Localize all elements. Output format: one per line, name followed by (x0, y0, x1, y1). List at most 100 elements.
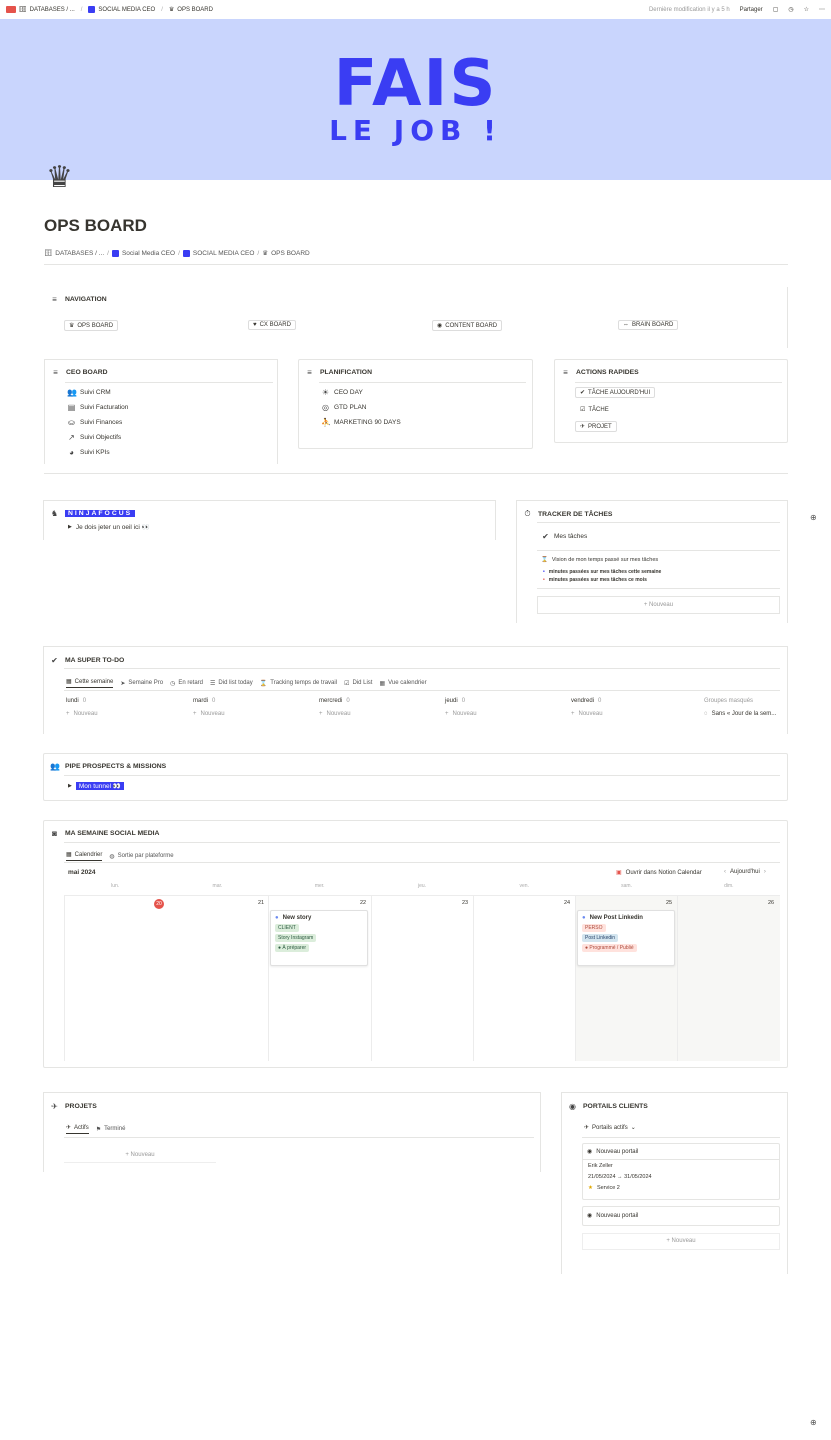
ceo-link-finances[interactable]: ⛀ Suivi Finances (67, 418, 128, 427)
portails-new-button[interactable]: + Nouveau (582, 1233, 780, 1250)
ceo-link-crm[interactable]: 👥 Suivi CRM (67, 388, 128, 397)
action-tache[interactable]: ☑ TÂCHE (575, 404, 614, 415)
social-tabs: ▦ Calendrier ◍ Sortie par plateforme (66, 851, 181, 861)
column-new-button[interactable]: + Nouveau (66, 711, 171, 717)
calendar-card[interactable]: ● New Post Linkedin PERSO Post Linkedin ●… (577, 910, 675, 966)
page-crown-icon[interactable]: ♛ (46, 163, 73, 193)
list-icon: ☰ (210, 680, 216, 687)
ceo-link-objectifs[interactable]: ↗ Suivi Objectifs (67, 433, 128, 442)
projets-new-button[interactable]: + Nouveau (64, 1147, 216, 1163)
chevron-left-icon[interactable]: ‹ (724, 869, 726, 875)
column-new-button[interactable]: + Nouveau (571, 711, 676, 717)
portails-title: PORTAILS CLIENTS (583, 1103, 648, 1110)
plan-link-ceo-day[interactable]: ☀ CEO DAY (321, 388, 401, 397)
plan-link-gtd[interactable]: ◎ GTD PLAN (321, 403, 401, 412)
hidden-groups-label: Groupes masqués (704, 698, 754, 704)
tab-did-list-today[interactable]: ☰ Did list today (210, 678, 253, 688)
weekday-label: ven. (519, 883, 529, 889)
tab-label: Did List (352, 680, 373, 686)
breadcrumb-social-ceo[interactable]: Social Media CEO (122, 250, 175, 257)
runner-icon: ⛹ (321, 418, 331, 427)
tab-calendrier[interactable]: ▦ Calendrier (66, 851, 103, 861)
open-notion-calendar-button[interactable]: ▣ Ouvrir dans Notion Calendar (616, 869, 702, 877)
calendar-day[interactable] (371, 896, 473, 1061)
calendar-day[interactable] (64, 896, 166, 1061)
tab-en-retard[interactable]: ◷ En retard (170, 678, 203, 688)
tab-actifs[interactable]: ✈ Actifs (66, 1124, 89, 1134)
clock-icon[interactable]: ◷ (788, 6, 793, 13)
tab-cette-semaine[interactable]: ▦ Cette semaine (66, 678, 114, 688)
nav-cx-board[interactable]: ♥ CX BOARD (248, 320, 296, 330)
link-label: MARKETING 90 DAYS (334, 419, 401, 426)
group-label: Sans « Jour de la sem... (711, 711, 777, 717)
portail-card[interactable]: ◉ Nouveau portail (582, 1206, 780, 1226)
invoice-icon: ▤ (67, 403, 76, 412)
action-label: PROJET (588, 423, 612, 430)
topbar-crumb-social[interactable]: SOCIAL MEDIA CEO (98, 7, 155, 13)
pipe-toggle[interactable]: ▶ Mon tunnel 👀 (68, 782, 124, 790)
weekday-label: mer. (314, 883, 325, 889)
tag-status: ● Programmé / Publié (582, 944, 637, 952)
planification-block: ≡ PLANIFICATION ☀ CEO DAY ◎ GTD PLAN ⛹ MARK… (298, 359, 533, 449)
tab-termine[interactable]: ⚑ Terminé (96, 1124, 126, 1134)
plan-link-marketing[interactable]: ⛹ MARKETING 90 DAYS (321, 418, 401, 427)
tab-tracking[interactable]: ⌛ Tracking temps de travail (260, 678, 337, 688)
database-icon: 🗄 (44, 250, 53, 257)
tracker-vision: ⌛ Vision de mon temps passé sur mes tâche… (541, 557, 658, 563)
eye-off-icon: ◌ (704, 711, 708, 717)
nav-content-board[interactable]: ◉ CONTENT BOARD (432, 320, 503, 331)
navigation-block: ≡ NAVIGATION ♛ OPS BOARD ♥ CX BOARD ◉ CONTE… (44, 287, 788, 348)
ninjafocus-toggle[interactable]: ▶ Je dois jeter un oeil ici 👀 (68, 523, 150, 531)
column-new-button[interactable]: + Nouveau (193, 711, 298, 717)
tab-did-list[interactable]: ☑ Did List (344, 678, 372, 688)
column-new-button[interactable]: + Nouveau (319, 711, 424, 717)
portail-card[interactable]: ◉ Nouveau portail Erik Zeller 21/05/2024 … (582, 1143, 780, 1200)
month-text: minutes passées sur mes tâches ce mois (548, 577, 647, 583)
tab-vue-calendrier[interactable]: ▦ Vue calendrier (379, 678, 426, 688)
action-projet[interactable]: ✈ PROJET (575, 421, 617, 432)
nav-label: CONTENT BOARD (445, 322, 498, 329)
column-count: 0 (461, 698, 466, 704)
column-new-button[interactable]: + Nouveau (445, 711, 550, 717)
share-button[interactable]: Partager (740, 7, 763, 13)
linkedin-icon: ● (582, 915, 586, 921)
calendar-day[interactable] (677, 896, 779, 1061)
tracker-my-tasks[interactable]: ✔ Mes tâches (541, 532, 587, 541)
add-block-icon[interactable]: ⊕ (810, 1418, 817, 1427)
action-tache-aujourdhui[interactable]: ✔ TÂCHE AUJOURD'HUI (575, 387, 656, 398)
tab-portails-actifs[interactable]: ✈ Portails actifs ⌄ (584, 1124, 636, 1132)
nav-ops-board[interactable]: ♛ OPS BOARD (64, 320, 119, 331)
add-block-icon[interactable]: ⊕ (810, 513, 817, 522)
calendar-card[interactable]: ● New story CLIENT Story Instagram ● À pr… (270, 910, 368, 966)
action-label: TÂCHE (588, 406, 609, 413)
tracker-title: TRACKER DE TÂCHES (538, 510, 613, 518)
today-button[interactable]: Aujourd'hui (730, 869, 760, 875)
clock-icon: ◷ (170, 680, 176, 687)
plus-icon: + (193, 711, 197, 717)
breadcrumb-social-ceo-upper[interactable]: SOCIAL MEDIA CEO (193, 250, 255, 257)
breadcrumb-ops-board[interactable]: OPS BOARD (271, 250, 310, 257)
star-icon[interactable]: ☆ (804, 6, 809, 13)
portails-tabs: ✈ Portails actifs ⌄ (584, 1124, 643, 1132)
tab-semaine-pro[interactable]: ➤ Semaine Pro (120, 678, 163, 688)
ceo-link-facturation[interactable]: ▤ Suivi Facturation (67, 403, 129, 412)
ceo-link-kpis[interactable]: ◕ Suivi KPIs (67, 448, 128, 457)
tracker-new-button[interactable]: + Nouveau (537, 596, 780, 614)
calendar-day[interactable] (473, 896, 575, 1061)
hidden-group-no-date[interactable]: ◌ Sans « Jour de la sem... (704, 711, 784, 717)
more-icon[interactable]: ⋯ (819, 6, 825, 13)
breadcrumb-databases[interactable]: DATABASES / ... (55, 250, 104, 257)
weekday-label: sam. (621, 883, 632, 889)
nav-brain-board[interactable]: ⇔ BRAIN BOARD (618, 320, 679, 330)
topbar-breadcrumb: 🗄 DATABASES / ... / SOCIAL MEDIA CEO / ♛… (6, 6, 213, 13)
chevron-right-icon[interactable]: › (764, 869, 766, 875)
topbar-crumb-ops[interactable]: OPS BOARD (177, 7, 213, 13)
tab-sortie-plateforme[interactable]: ◍ Sortie par plateforme (109, 851, 173, 861)
projets-block: ✈ PROJETS ✈ Actifs ⚑ Terminé + Nouveau (43, 1092, 541, 1172)
palette-icon: ◉ (569, 1102, 576, 1111)
pipe-block: 👥 PIPE PROSPECTS & MISSIONS ▶ Mon tunnel… (43, 753, 788, 801)
plus-icon: + (571, 711, 575, 717)
calendar-month: mai 2024 (68, 869, 96, 876)
comment-icon[interactable]: ▢ (773, 6, 779, 13)
topbar-crumb-databases[interactable]: DATABASES / ... (30, 7, 75, 13)
